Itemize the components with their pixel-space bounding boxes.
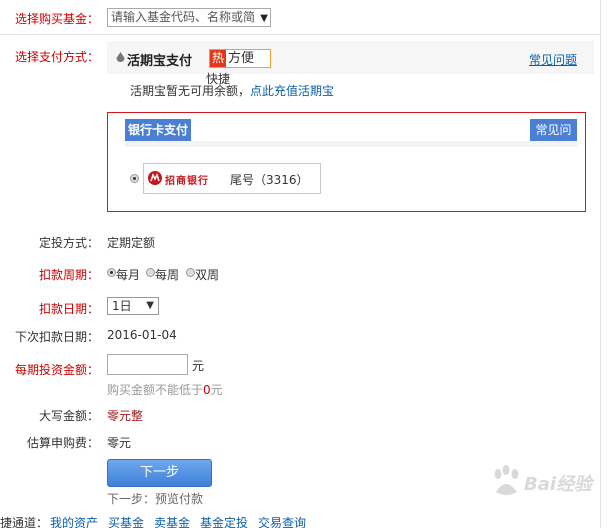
amount-hint-value: 0 (203, 383, 211, 397)
fund-search-select[interactable]: 请输入基金代码、名称或简 ▼ (107, 8, 271, 27)
capital-value: 零元整 (107, 409, 144, 423)
baidu-watermark: Bai经验 (490, 456, 600, 506)
plan-mode-label: 定投方式： (39, 236, 100, 250)
divider (0, 34, 608, 35)
quick-links-bar: 快捷通道： 我的资产 买基金 卖基金 基金定投 交易查询 (0, 512, 608, 528)
card-tail-label: 尾号（3316） (230, 173, 309, 187)
bankcard-header-strip (125, 141, 577, 147)
chevron-down-icon: ▼ (146, 300, 154, 311)
page-right-border (600, 0, 608, 528)
fee-value: 零元 (107, 436, 132, 450)
amount-unit: 元 (192, 359, 205, 373)
bankcard-faq-link[interactable]: 常见问题 (530, 119, 577, 159)
quick-link-fund-plan[interactable]: 基金定投 (200, 514, 248, 528)
next-date-label: 下次扣款日期： (15, 330, 100, 344)
cycle-label: 扣款周期： (39, 268, 100, 282)
next-date-value: 2016-01-04 (107, 328, 177, 342)
chevron-down-icon: ▼ (260, 13, 268, 24)
day-select[interactable]: 1日 ▼ (107, 297, 159, 315)
cycle-radio-weekly[interactable] (146, 268, 155, 277)
cmb-logo-icon (148, 171, 162, 185)
recharge-link[interactable]: 点此充值活期宝 (250, 82, 334, 99)
quick-link-buy-fund[interactable]: 买基金 (108, 514, 144, 528)
capital-label: 大写金额： (39, 409, 100, 423)
paw-icon (494, 465, 519, 495)
cycle-radio-biweekly[interactable] (186, 268, 195, 277)
hot-tag: 热 (210, 50, 226, 67)
drop-icon (116, 52, 125, 63)
quick-link-trade-query[interactable]: 交易查询 (258, 514, 306, 528)
watermark-text: Bai经验 (524, 474, 593, 495)
amount-hint: 购买金额不能低于0元 (107, 381, 223, 398)
huoqibao-faq-link[interactable]: 常见问题 (529, 51, 577, 68)
fee-label: 估算申购费： (27, 436, 100, 450)
quick-link-my-assets[interactable]: 我的资产 (50, 514, 98, 528)
fund-label: 选择购买基金： (15, 12, 100, 26)
amount-input[interactable] (107, 354, 188, 375)
amount-label: 每期投资金额： (15, 363, 100, 377)
plan-mode-value: 定期定额 (107, 236, 156, 250)
cycle-radio-monthly[interactable] (107, 268, 116, 277)
amount-hint-prefix: 购买金额不能低于 (107, 383, 204, 397)
bankcard-radio[interactable] (130, 174, 139, 183)
huoqibao-balance-text: 活期宝暂无可用余额， (130, 84, 251, 98)
fund-search-placeholder: 请输入基金代码、名称或简 (111, 10, 256, 24)
huoqibao-title[interactable]: 活期宝支付 (127, 50, 192, 69)
day-label: 扣款日期： (39, 302, 100, 316)
quick-links-prefix: 快捷通道： (0, 516, 49, 528)
quick-link-sell-fund[interactable]: 卖基金 (154, 514, 190, 528)
cycle-option-weekly[interactable]: 每周 (155, 266, 179, 283)
hot-badge: 热 方便 (209, 49, 271, 68)
next-step-button[interactable]: 下一步 (107, 459, 212, 487)
cycle-option-monthly[interactable]: 每月 (116, 266, 140, 283)
amount-hint-suffix: 元 (210, 383, 223, 397)
day-select-value: 1日 (112, 299, 132, 313)
bankcard-title[interactable]: 银行卡支付 (125, 119, 191, 141)
next-step-hint: 下一步：预览付款 (107, 492, 204, 506)
cmb-logo-text: 招商银行 (165, 176, 209, 187)
cycle-option-biweekly[interactable]: 双周 (195, 266, 219, 283)
hot-badge-text: 方便 (228, 51, 255, 66)
bankcard-option[interactable]: 招商银行 尾号（3316） (143, 163, 321, 194)
payment-label: 选择支付方式： (15, 50, 100, 64)
